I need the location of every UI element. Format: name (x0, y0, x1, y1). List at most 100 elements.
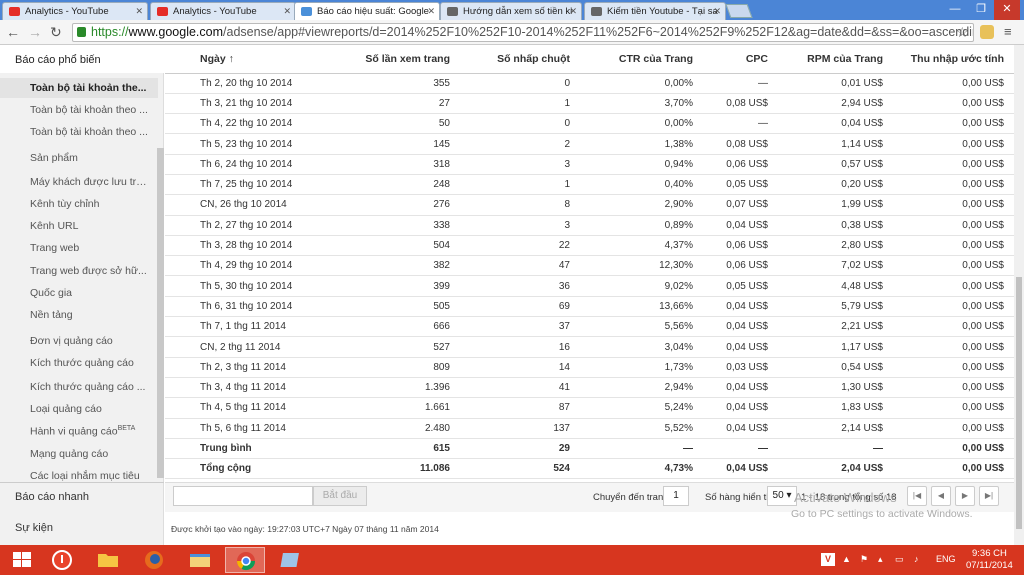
goto-page-input[interactable]: 1 (663, 486, 689, 506)
forward-arrow-icon[interactable]: → (28, 24, 42, 40)
cell-earnings: 0,00 US$ (893, 215, 1014, 236)
quick-reports-link[interactable]: Báo cáo nhanh (0, 491, 164, 503)
start-button[interactable]: Bắt đầu (313, 486, 367, 506)
cell-rpm: 0,38 US$ (778, 215, 893, 236)
sidebar-item[interactable]: Trang web được sở hữ... (30, 265, 148, 277)
file-explorer-app-icon[interactable] (180, 547, 220, 573)
cell-cpc: 0,04 US$ (703, 377, 778, 399)
sidebar-item[interactable]: Toàn bộ tài khoản theo ... (30, 104, 148, 116)
url-host: www.google.com (128, 25, 224, 39)
column-header-ctr[interactable]: CTR của Trang (580, 45, 703, 74)
cell-ctr: 2,90% (580, 194, 703, 216)
column-header-rpm[interactable]: RPM của Trang (778, 45, 893, 74)
close-icon[interactable]: ✕ (427, 6, 435, 17)
cell-clicks: 47 (460, 255, 580, 277)
rows-per-page-select[interactable]: 50 ▾ (767, 486, 797, 506)
sidebar-item[interactable]: Máy khách được lưu trữ ... (30, 176, 148, 188)
column-header-clicks[interactable]: Số nhấp chuột (460, 45, 580, 74)
tray-network-icon[interactable]: ▲ (842, 554, 851, 564)
sidebar-item[interactable]: Kênh URL (30, 220, 148, 232)
tray-app-icon[interactable]: V (821, 553, 835, 566)
close-window-icon[interactable]: ✕ (994, 0, 1020, 20)
sidebar-item[interactable]: Toàn bộ tài khoản theo ... (30, 126, 148, 138)
sidebar-item[interactable]: Đơn vị quảng cáo (30, 335, 148, 347)
last-page-icon[interactable]: ▶| (979, 486, 999, 506)
cell-cpc: 0,04 US$ (703, 215, 778, 236)
star-bookmark-icon[interactable]: ☆ (956, 24, 969, 41)
app-icon[interactable] (272, 547, 312, 573)
cell-pageviews: 666 (315, 316, 460, 338)
sidebar-item[interactable]: Kích thước quảng cáo ... (30, 381, 148, 393)
page-scrollbar[interactable] (1014, 45, 1024, 545)
tab-kiem-tien[interactable]: Kiếm tiền Youtube - Tại sa ✕ (584, 2, 726, 20)
windows-start-icon[interactable] (2, 547, 42, 573)
tray-expand-icon[interactable]: ▴ (878, 554, 883, 565)
sidebar-item[interactable]: Mạng quảng cáo (30, 448, 148, 460)
column-header-pageviews[interactable]: Số lần xem trang (315, 45, 460, 74)
sidebar-item[interactable]: Kích thước quảng cáo (30, 357, 148, 369)
youtube-icon (157, 7, 168, 16)
column-header-date[interactable]: Ngày ↑ (165, 45, 315, 74)
restore-icon[interactable]: ❐ (968, 0, 994, 20)
tray-flag-icon[interactable]: ⚑ (860, 554, 868, 565)
first-page-icon[interactable]: |◀ (907, 486, 927, 506)
sidebar-item[interactable]: Loại quảng cáo (30, 403, 148, 415)
extension-icon[interactable] (980, 25, 994, 39)
address-bar[interactable]: https://www.google.com/adsense/app#viewr… (72, 23, 974, 42)
reload-icon[interactable]: ↻ (50, 24, 62, 41)
sidebar-item-selected[interactable]: Toàn bộ tài khoản the... (0, 78, 158, 98)
taskbar-clock[interactable]: 9:36 CH 07/11/2014 (966, 548, 1013, 572)
firefox-app-icon[interactable] (134, 547, 174, 573)
cell-pageviews: 27 (315, 93, 460, 115)
sidebar-scrollbar[interactable] (157, 148, 164, 478)
antivirus-app-icon[interactable] (42, 547, 82, 573)
tab-analytics-youtube-1[interactable]: Analytics - YouTube ✕ (2, 2, 148, 20)
tab-analytics-youtube-2[interactable]: Analytics - YouTube ✕ (150, 2, 296, 20)
cell-date: Tổng cộng (165, 458, 315, 480)
sidebar-item[interactable]: Quốc gia (30, 287, 148, 299)
sidebar-item[interactable]: Nền tảng (30, 309, 148, 321)
cell-date: CN, 2 thg 11 2014 (165, 336, 315, 358)
back-arrow-icon[interactable]: ← (6, 24, 20, 40)
volume-icon[interactable]: ♪ (914, 554, 919, 564)
folder-app-icon[interactable] (88, 547, 128, 573)
sidebar-item[interactable]: Kênh tùy chỉnh (30, 198, 148, 210)
cell-cpc: — (703, 113, 778, 135)
cell-pageviews: 504 (315, 235, 460, 257)
tab-adsense-report[interactable]: Báo cáo hiệu suất: Google ✕ (294, 2, 440, 20)
tray-monitor-icon[interactable]: ▭ (895, 554, 904, 565)
sidebar-item[interactable]: Sản phẩm (30, 152, 148, 164)
events-link[interactable]: Sự kiện (0, 522, 164, 534)
close-icon[interactable]: ✕ (713, 6, 721, 17)
windows-taskbar: V ▲ ⚑ ▴ ▭ ♪ ENG 9:36 CH 07/11/2014 (0, 545, 1024, 575)
cell-rpm: 1,99 US$ (778, 194, 893, 216)
language-indicator[interactable]: ENG (936, 554, 956, 564)
next-page-icon[interactable]: ▶ (955, 486, 975, 506)
sidebar-item-ad-behavior[interactable]: Hành vi quảng cáoBETA (30, 425, 148, 438)
chrome-app-icon[interactable] (225, 547, 265, 573)
prev-page-icon[interactable]: ◀ (931, 486, 951, 506)
tab-huong-dan[interactable]: Hướng dẫn xem số tiền ki ✕ (440, 2, 582, 20)
minimize-icon[interactable]: — (942, 0, 968, 20)
cell-date: Th 6, 24 thg 10 2014 (165, 154, 315, 175)
sidebar-item[interactable]: Các loại nhắm mục tiêu (30, 470, 148, 482)
sidebar-header-popular-reports[interactable]: Báo cáo phổ biến (0, 45, 164, 73)
sidebar-item[interactable]: Trang web (30, 242, 148, 254)
cell-pageviews: 382 (315, 255, 460, 277)
tab-title: Analytics - YouTube (25, 6, 109, 17)
cell-cpc: 0,03 US$ (703, 357, 778, 378)
cell-earnings: 0,00 US$ (893, 73, 1014, 94)
tab-title: Báo cáo hiệu suất: Google (317, 6, 429, 17)
cell-pageviews: 1.396 (315, 377, 460, 399)
close-icon[interactable]: ✕ (135, 6, 143, 17)
table-row: Th 4, 22 thg 10 2014 50 0 0,00% —0,04 US$ 0,0… (165, 113, 1014, 135)
column-header-cpc[interactable]: CPC (703, 45, 778, 74)
filter-input[interactable] (173, 486, 313, 506)
close-icon[interactable]: ✕ (569, 6, 577, 17)
column-header-earnings[interactable]: Thu nhập ước tính (893, 45, 1014, 74)
cell-rpm: 0,57 US$ (778, 154, 893, 175)
scrollbar-thumb[interactable] (1016, 277, 1022, 529)
close-icon[interactable]: ✕ (283, 6, 291, 17)
menu-icon[interactable]: ≡ (1004, 24, 1012, 39)
new-tab-button[interactable] (725, 4, 753, 18)
